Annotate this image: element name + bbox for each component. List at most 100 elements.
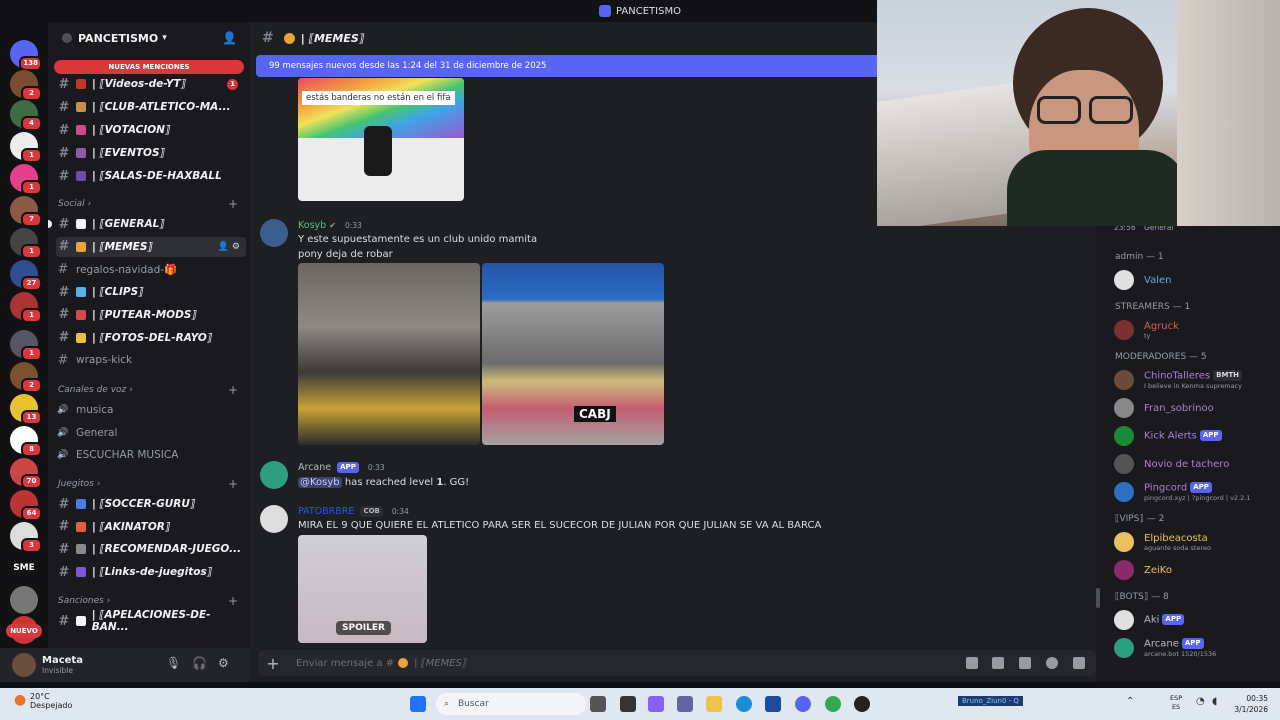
channel-item[interactable]: # | ⟦APELACIONES-DE-BAN... bbox=[56, 609, 246, 633]
channel-item[interactable]: # | ⟦SOCCER-GURU⟧ bbox=[56, 494, 246, 514]
channel-item[interactable]: # | ⟦GENERAL⟧ bbox=[56, 214, 246, 234]
apps-icon[interactable] bbox=[1073, 657, 1085, 669]
channel-category[interactable]: Social › bbox=[58, 199, 91, 209]
server-icon[interactable]: 138 bbox=[10, 40, 42, 71]
chrome-icon[interactable] bbox=[825, 696, 841, 712]
weather-widget[interactable]: 20°C Despejado bbox=[30, 692, 72, 710]
member-item[interactable]: Pingcord APP pingcord.xyz | ?pingcord | v2… bbox=[1114, 480, 1274, 504]
channel-item[interactable]: # | ⟦VOTACION⟧ bbox=[56, 120, 246, 140]
server-icon[interactable]: 27 bbox=[10, 260, 42, 291]
server-icon[interactable]: 1 bbox=[10, 330, 42, 361]
channel-item[interactable]: 🔊 General bbox=[56, 423, 246, 443]
capcut-icon[interactable] bbox=[620, 696, 636, 712]
channel-item[interactable]: # | ⟦MEMES⟧ 👤 ⚙ bbox=[56, 236, 246, 257]
scrollbar[interactable] bbox=[1096, 588, 1100, 608]
member-item[interactable]: Kick Alerts APP bbox=[1114, 424, 1274, 448]
author-name[interactable]: Arcane bbox=[298, 462, 331, 473]
add-member-icon[interactable]: 👤 bbox=[222, 31, 237, 45]
author-name[interactable]: PATOBRBRE bbox=[298, 506, 354, 517]
message-author[interactable]: Arcane APP 0:33 bbox=[298, 462, 385, 473]
channel-item[interactable]: # | ⟦AKINATOR⟧ bbox=[56, 517, 246, 537]
channel-item[interactable]: # | ⟦PUTEAR-MODS⟧ bbox=[56, 305, 246, 325]
add-attachment-button[interactable]: + bbox=[258, 654, 288, 673]
taskbar-search[interactable]: ⌕ Buscar bbox=[436, 693, 586, 715]
server-icon[interactable]: 2 bbox=[10, 70, 42, 101]
volume-icon[interactable]: ◖ bbox=[1212, 696, 1217, 707]
obs-icon[interactable] bbox=[854, 696, 870, 712]
wifi-icon[interactable]: ◔ bbox=[1196, 696, 1205, 707]
member-item[interactable]: ChinoTalleres BMTH I believe in Kenma supr… bbox=[1114, 368, 1274, 392]
channel-item[interactable]: 🔊 ESCUCHAR MUSICA bbox=[56, 445, 246, 465]
channel-item[interactable]: # | ⟦EVENTOS⟧ bbox=[56, 143, 246, 163]
windows-start-icon[interactable] bbox=[410, 696, 426, 712]
channel-category[interactable]: Sanciones › bbox=[58, 596, 110, 606]
server-icon[interactable]: 7 bbox=[10, 196, 42, 227]
server-icon[interactable]: 13 bbox=[10, 394, 42, 425]
copilot-icon[interactable] bbox=[648, 696, 664, 712]
avatar[interactable] bbox=[260, 461, 288, 489]
channel-item[interactable]: # regalos-navidad-🎁 bbox=[56, 259, 246, 279]
channel-item[interactable]: # | ⟦Videos-de-YT⟧ 1 bbox=[56, 74, 246, 94]
message-author[interactable]: Kosyb ✔ 0:33 bbox=[298, 220, 362, 231]
new-messages-bar[interactable]: 99 mensajes nuevos desde las 1:24 del 31… bbox=[256, 55, 877, 77]
avatar[interactable] bbox=[12, 653, 36, 677]
server-icon[interactable]: 70 bbox=[10, 458, 42, 489]
discord-taskbar-icon[interactable] bbox=[795, 696, 811, 712]
server-header[interactable]: PANCETISMO ▾ 👤 bbox=[48, 22, 250, 54]
server-icon[interactable]: 1 bbox=[10, 228, 42, 259]
new-mentions-banner[interactable]: NUEVAS MENCIONES bbox=[54, 60, 244, 74]
author-name[interactable]: Kosyb bbox=[298, 220, 326, 231]
message-image[interactable] bbox=[298, 263, 480, 445]
edge-icon[interactable] bbox=[736, 696, 752, 712]
member-item[interactable]: Fran_sobrinoo bbox=[1114, 396, 1274, 420]
channel-item[interactable]: # | ⟦RECOMENDAR-JUEGO... bbox=[56, 539, 246, 559]
server-icon[interactable]: 64 bbox=[10, 490, 42, 521]
channel-category[interactable]: Juegitos › bbox=[58, 479, 100, 489]
spoiler-image[interactable]: SPOILER bbox=[298, 535, 427, 643]
gear-icon[interactable]: ⚙ bbox=[218, 656, 229, 670]
server-icon[interactable]: 1 bbox=[10, 164, 42, 195]
member-item[interactable]: Agruck ty bbox=[1114, 318, 1274, 342]
task-view-icon[interactable] bbox=[590, 696, 606, 712]
gif-icon[interactable] bbox=[992, 657, 1004, 669]
message-image[interactable]: CABJ bbox=[482, 263, 664, 445]
language-indicator[interactable]: ESP ES bbox=[1170, 694, 1182, 712]
avatar[interactable] bbox=[260, 219, 288, 247]
channel-settings-icon[interactable]: 👤 ⚙ bbox=[218, 242, 240, 252]
server-icon[interactable]: 4 bbox=[10, 100, 42, 131]
channel-item[interactable]: # | ⟦CLUB-ATLETICO-MA... bbox=[56, 97, 246, 117]
member-item[interactable]: ZeiKo bbox=[1114, 558, 1274, 582]
channel-item[interactable]: 🔊 musica bbox=[56, 400, 246, 420]
avatar[interactable] bbox=[260, 505, 288, 533]
server-icon[interactable]: 3 bbox=[10, 522, 42, 553]
channel-category[interactable]: Canales de voz › bbox=[58, 385, 133, 395]
teams-icon[interactable] bbox=[677, 696, 693, 712]
member-item[interactable]: Aki APP bbox=[1114, 608, 1274, 632]
store-icon[interactable] bbox=[765, 696, 781, 712]
system-clock[interactable]: 00:35 3/1/2026 bbox=[1234, 693, 1268, 715]
add-channel-icon[interactable]: + bbox=[228, 477, 238, 491]
member-item[interactable]: Valen bbox=[1114, 268, 1274, 292]
channel-item[interactable]: # | ⟦SALAS-DE-HAXBALL bbox=[56, 166, 246, 186]
server-icon-sme[interactable]: SME bbox=[10, 554, 38, 582]
server-icon[interactable]: 2 bbox=[10, 362, 42, 393]
server-icon[interactable]: 8 bbox=[10, 426, 42, 457]
channel-item[interactable]: # | ⟦FOTOS-DEL-RAYO⟧ bbox=[56, 328, 246, 348]
sticker-icon[interactable] bbox=[1019, 657, 1031, 669]
add-channel-icon[interactable]: + bbox=[228, 197, 238, 211]
member-item[interactable]: Elpibeacosta aguante soda stereo bbox=[1114, 530, 1274, 554]
new-badge[interactable]: NUEVO bbox=[6, 624, 42, 638]
add-channel-icon[interactable]: + bbox=[228, 383, 238, 397]
member-item[interactable]: Arcane APP arcane.bot 1520/1536 bbox=[1114, 636, 1274, 660]
channel-item[interactable]: # wraps-kick bbox=[56, 350, 246, 370]
server-icon[interactable]: 1 bbox=[10, 292, 42, 323]
file-explorer-icon[interactable] bbox=[706, 696, 722, 712]
channel-item[interactable]: # | ⟦CLIPS⟧ bbox=[56, 282, 246, 302]
user-mention[interactable]: @Kosyb bbox=[298, 477, 342, 488]
message-author[interactable]: PATOBRBRE COB 0:34 bbox=[298, 506, 409, 517]
channel-item[interactable]: # | ⟦Links-de-juegitos⟧ bbox=[56, 562, 246, 582]
server-icon[interactable] bbox=[10, 586, 38, 614]
emoji-picker-icon[interactable] bbox=[1046, 657, 1058, 669]
microphone-icon[interactable]: 🎙 bbox=[166, 656, 181, 670]
server-icon[interactable]: 1 bbox=[10, 132, 42, 163]
